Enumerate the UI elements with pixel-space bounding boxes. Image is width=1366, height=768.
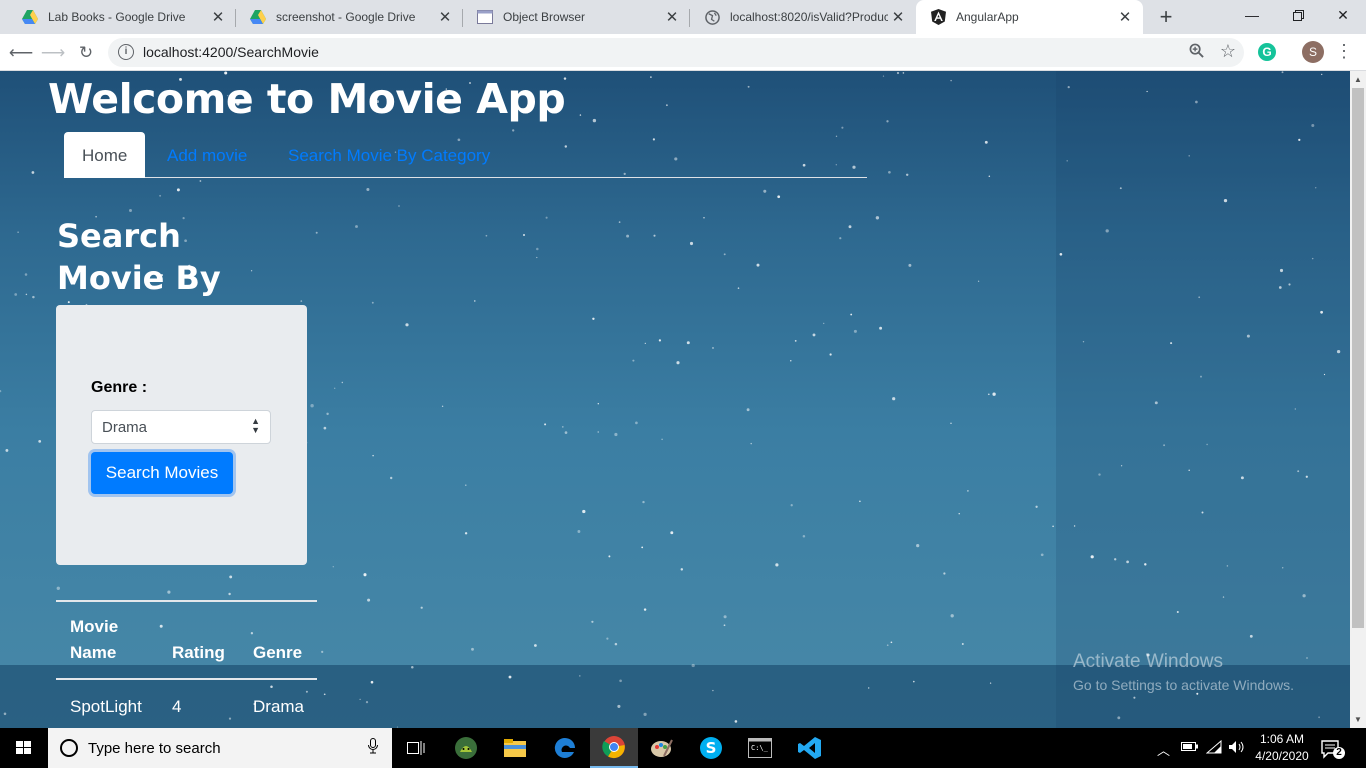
scroll-down-icon[interactable]: ▼	[1354, 715, 1362, 724]
scroll-up-icon[interactable]: ▲	[1354, 75, 1362, 84]
browser-tab[interactable]: screenshot - Google Drive ✕	[236, 0, 463, 34]
cell-movie-name: SpotLight	[70, 697, 142, 716]
app-title: Welcome to Movie App	[48, 75, 566, 123]
browser-toolbar: ⟵ ⟶ ↻ i localhost:4200/SearchMovie ☆	[0, 34, 1366, 71]
grammarly-extension-icon[interactable]: G	[1258, 43, 1276, 61]
address-bar[interactable]: i localhost:4200/SearchMovie ☆	[108, 38, 1244, 67]
info-icon[interactable]: i	[118, 44, 134, 60]
close-tab-icon[interactable]: ✕	[435, 8, 455, 26]
close-tab-icon[interactable]: ✕	[662, 8, 682, 26]
chrome-icon[interactable]	[590, 728, 638, 768]
edge-icon[interactable]	[541, 728, 589, 768]
tab-title: AngularApp	[956, 10, 1019, 24]
new-tab-icon[interactable]: +	[1154, 5, 1178, 29]
tab-add-movie[interactable]: Add movie	[149, 132, 265, 178]
column-header-movie-name: Movie Name	[70, 617, 119, 662]
close-tab-icon[interactable]: ✕	[208, 8, 228, 26]
taskbar-search-placeholder: Type here to search	[88, 740, 221, 757]
genre-label: Genre :	[91, 379, 148, 396]
skype-icon[interactable]: S	[687, 728, 735, 768]
tab-title: Lab Books - Google Drive	[48, 10, 186, 24]
cell-genre: Drama	[253, 697, 305, 716]
close-tab-icon[interactable]: ✕	[1115, 8, 1135, 26]
clock-date: 4/20/2020	[1255, 749, 1309, 763]
globe-icon	[704, 9, 720, 25]
microphone-icon[interactable]	[368, 738, 378, 758]
watermark-subtitle: Go to Settings to activate Windows.	[1073, 677, 1294, 693]
bookmark-star-icon[interactable]: ☆	[1220, 41, 1236, 62]
nav-tabs: Home Add movie Search Movie By Category	[64, 132, 867, 178]
wifi-icon[interactable]	[1205, 739, 1222, 757]
file-explorer-icon[interactable]	[491, 728, 539, 768]
notification-count: 2	[1336, 747, 1342, 758]
windows-taskbar: Type here to search S C:\_ ︿ 1:06 AM 4/2…	[0, 728, 1366, 768]
search-movies-button[interactable]: Search Movies	[91, 452, 233, 494]
vscode-icon[interactable]	[786, 728, 834, 768]
browser-tab[interactable]: Lab Books - Google Drive ✕	[8, 0, 236, 34]
svg-text:S: S	[706, 739, 717, 757]
close-tab-icon[interactable]: ✕	[888, 8, 908, 26]
window-icon	[477, 9, 493, 25]
task-view-icon[interactable]	[392, 728, 440, 768]
taskbar-search-box[interactable]: Type here to search	[48, 728, 392, 768]
activate-windows-watermark: Activate Windows Go to Settings to activ…	[1073, 651, 1294, 693]
notification-center-icon[interactable]: 2	[1320, 738, 1346, 760]
show-hidden-icons-icon[interactable]: ︿	[1157, 740, 1170, 759]
url-text[interactable]: localhost:4200/SearchMovie	[143, 44, 319, 60]
genre-select[interactable]: Drama ▲ ▼	[91, 410, 271, 444]
scrollbar-thumb[interactable]	[1352, 88, 1364, 628]
angular-icon	[930, 9, 946, 25]
clock-time: 1:06 AM	[1259, 732, 1305, 746]
column-header-rating: Rating	[172, 643, 225, 662]
tab-home[interactable]: Home	[64, 132, 146, 178]
tab-title: screenshot - Google Drive	[276, 10, 416, 24]
close-window-icon[interactable]: ✕	[1320, 0, 1366, 32]
paint-icon[interactable]	[638, 728, 686, 768]
svg-text:C:\_: C:\_	[751, 744, 769, 752]
restore-icon[interactable]	[1275, 0, 1321, 32]
tab-search-by-category[interactable]: Search Movie By Category	[270, 132, 508, 178]
system-clock[interactable]: 1:06 AM 4/20/2020	[1250, 731, 1314, 765]
minimize-icon[interactable]: —	[1229, 0, 1275, 32]
browser-tab[interactable]: Object Browser ✕	[463, 0, 690, 34]
battery-icon[interactable]	[1181, 740, 1199, 755]
android-studio-icon[interactable]	[442, 728, 490, 768]
reload-icon[interactable]: ↻	[73, 40, 99, 66]
cell-rating: 4	[172, 697, 182, 716]
browser-tab[interactable]: localhost:8020/isValid?Product ✕	[690, 0, 916, 34]
browser-tab-active[interactable]: AngularApp ✕	[916, 0, 1143, 34]
kebab-menu-icon[interactable]: ⋮	[1335, 40, 1353, 62]
page-viewport: Welcome to Movie App Home Add movie Sear…	[0, 71, 1350, 728]
cortana-icon	[60, 739, 78, 757]
browser-tab-strip: Lab Books - Google Drive ✕ screenshot - …	[0, 0, 1366, 34]
tab-title: localhost:8020/isValid?Product	[730, 10, 888, 24]
google-drive-icon	[250, 9, 266, 25]
watermark-title: Activate Windows	[1073, 651, 1223, 672]
forward-icon[interactable]: ⟶	[40, 40, 66, 66]
tab-title: Object Browser	[503, 10, 586, 24]
search-card: Genre : Drama ▲ ▼ Search Movies	[56, 305, 307, 565]
back-icon[interactable]: ⟵	[8, 40, 34, 66]
genre-selected-value: Drama	[102, 419, 148, 436]
select-arrows-icon: ▲ ▼	[251, 416, 260, 435]
command-prompt-icon[interactable]: C:\_	[736, 728, 784, 768]
zoom-icon[interactable]	[1189, 43, 1204, 62]
windows-start-icon[interactable]	[0, 728, 48, 768]
page-scrollbar[interactable]: ▲ ▼	[1350, 71, 1366, 728]
profile-avatar[interactable]: S	[1302, 41, 1324, 63]
google-drive-icon	[22, 9, 38, 25]
column-header-genre: Genre	[253, 643, 303, 662]
volume-icon[interactable]	[1228, 740, 1246, 757]
